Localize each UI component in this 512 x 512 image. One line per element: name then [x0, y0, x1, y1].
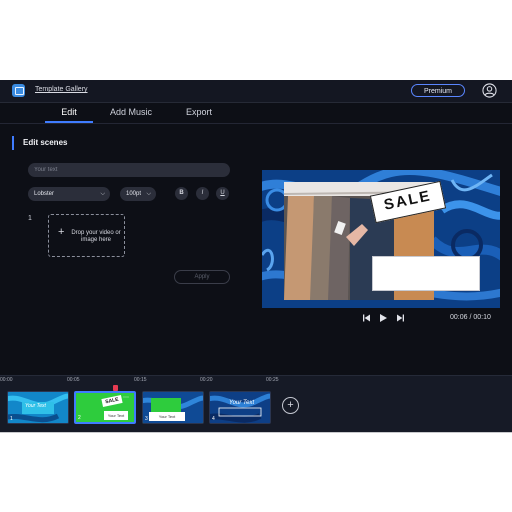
plus-icon: + [58, 226, 65, 238]
scene-text-input[interactable] [28, 163, 230, 177]
scene-thumbnail-selected[interactable]: SALE ⋯ Your Text 2 [74, 391, 136, 424]
font-select[interactable]: Lobster ⌵ [28, 187, 110, 201]
scene-thumb-label: Your Text [104, 411, 128, 420]
scene-thumbnail[interactable]: Your Text 3 [142, 391, 204, 424]
scene-number: 1 [28, 215, 32, 222]
scene-thumb-number: 4 [212, 416, 215, 422]
scene-thumb-number: 3 [145, 416, 148, 422]
chevron-down-icon: ⌵ [100, 191, 105, 197]
premium-button[interactable]: Premium [411, 84, 465, 97]
playback-controls [363, 314, 404, 322]
editor-tabs: Edit Add Music Export [0, 103, 512, 124]
add-scene-button[interactable]: + [282, 397, 299, 414]
timeline-tick: 00:00 [0, 377, 13, 383]
underline-button[interactable]: U [216, 187, 229, 200]
timeline: 00:00 00:05 00:15 00:20 00:25 Your Text … [0, 375, 512, 432]
scene-thumb-number: 1 [10, 416, 13, 422]
edit-scenes-heading: Edit scenes [12, 136, 67, 150]
media-drop-zone[interactable]: + Drop your video or image here [48, 214, 125, 257]
tab-add-music[interactable]: Add Music [104, 103, 158, 123]
tab-edit[interactable]: Edit [45, 103, 93, 123]
play-icon[interactable] [380, 314, 387, 322]
chevron-down-icon: ⌵ [146, 191, 151, 197]
user-avatar-icon[interactable] [482, 83, 497, 98]
top-bar: Template Gallery Premium [0, 80, 512, 103]
timeline-tick: 00:05 [67, 377, 80, 383]
timeline-tick: 00:15 [134, 377, 147, 383]
scene-thumb-label: Your Text [25, 403, 46, 409]
scene-thumb-number: 2 [78, 415, 81, 421]
skip-forward-icon[interactable] [397, 314, 404, 322]
swirl-thumb-graphic [210, 392, 270, 423]
font-select-value: Lobster [34, 191, 55, 197]
timeline-tick: 00:20 [200, 377, 213, 383]
playhead-marker[interactable] [113, 385, 118, 391]
font-size-value: 100pt [126, 191, 142, 197]
scene-thumbnail[interactable]: Your Text 4 [209, 391, 271, 424]
scene-thumbnail[interactable]: Your Text 1 [7, 391, 69, 424]
scene-thumb-label: Your Text [229, 400, 255, 406]
scene-thumb-label: Your Text [149, 412, 185, 421]
timecode: 00:06 / 00:10 [450, 314, 491, 321]
divider [0, 432, 512, 433]
bold-button[interactable]: B [175, 187, 188, 200]
font-size-select[interactable]: 100pt ⌵ [120, 187, 156, 201]
template-gallery-link[interactable]: Template Gallery [35, 86, 88, 93]
italic-button[interactable]: I [196, 187, 209, 200]
text-overlay-box[interactable] [372, 256, 480, 291]
app-logo-icon[interactable] [12, 84, 25, 97]
tab-export[interactable]: Export [176, 103, 222, 123]
skip-back-icon[interactable] [363, 314, 370, 322]
more-options-icon[interactable]: ⋯ [123, 394, 129, 401]
drop-zone-text: Drop your video or image here [71, 230, 121, 243]
timeline-tick: 00:25 [266, 377, 279, 383]
video-editor-app: Template Gallery Premium Edit Add Music … [0, 80, 512, 432]
apply-button[interactable]: Apply [174, 270, 230, 284]
video-preview[interactable]: SALE [262, 170, 500, 308]
sale-thumb-sticker: SALE [101, 395, 123, 407]
